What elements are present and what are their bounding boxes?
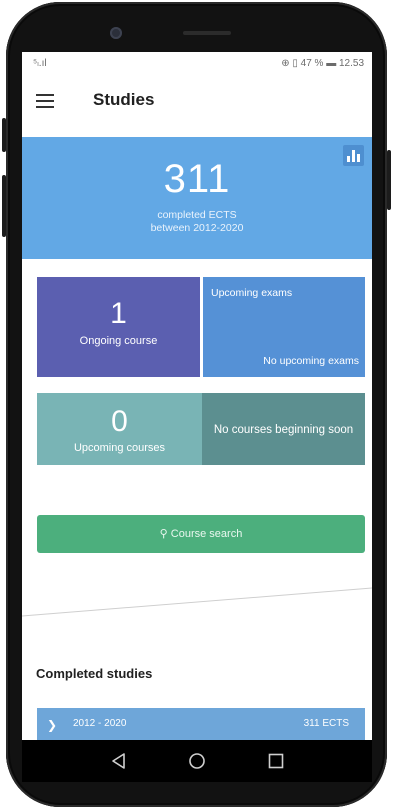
completed-study-row[interactable]: ❯ 2012 - 2020 311 ECTS xyxy=(37,708,365,740)
ongoing-count: 1 xyxy=(110,297,127,330)
system-nav-bar xyxy=(22,740,372,782)
side-button xyxy=(387,150,391,210)
credits-caption: completed ECTS between 2012-2020 xyxy=(22,209,372,235)
course-search-label: Course search xyxy=(170,528,243,540)
app-screen: ⁵ₗ.ıl ⊕ ▯ 47 % ▬ 12.53 Studies 311 compl… xyxy=(22,52,372,740)
search-icon: ⚲ xyxy=(159,528,168,540)
credits-caption-line1: completed ECTS xyxy=(157,209,237,221)
earpiece-speaker xyxy=(183,31,231,35)
recents-square-icon[interactable] xyxy=(246,740,306,782)
credits-summary: 311 completed ECTS between 2012-2020 xyxy=(22,137,372,259)
hamburger-menu-icon[interactable] xyxy=(36,94,54,108)
signal-indicator: ⁵ₗ.ıl xyxy=(33,58,47,69)
upcoming-exams-empty: No upcoming exams xyxy=(263,355,359,367)
front-camera xyxy=(110,27,122,39)
upcoming-exams-title: Upcoming exams xyxy=(211,287,293,299)
no-upcoming-courses-tile: No courses beginning soon xyxy=(202,393,365,465)
section-divider xyxy=(22,587,372,617)
study-credits: 311 ECTS xyxy=(303,718,349,729)
upcoming-courses-tile[interactable]: 0 Upcoming courses xyxy=(37,393,202,465)
study-years: 2012 - 2020 xyxy=(73,718,127,729)
chevron-right-icon: ❯ xyxy=(47,718,58,732)
side-button xyxy=(2,118,6,152)
upcoming-count: 0 xyxy=(111,405,128,438)
status-bar: ⁵ₗ.ıl ⊕ ▯ 47 % ▬ 12.53 xyxy=(22,52,372,74)
no-upcoming-label: No courses beginning soon xyxy=(213,424,354,436)
ongoing-courses-tile[interactable]: 1 Ongoing course xyxy=(37,277,200,377)
app-bar: Studies xyxy=(22,74,372,126)
status-right: ⊕ ▯ 47 % ▬ 12.53 xyxy=(281,58,364,69)
side-button xyxy=(2,175,6,237)
credits-caption-line2: between 2012-2020 xyxy=(150,222,244,234)
credits-total: 311 xyxy=(163,157,231,201)
home-circle-icon[interactable] xyxy=(167,740,227,782)
back-triangle-icon[interactable] xyxy=(88,740,148,782)
page-title: Studies xyxy=(93,90,155,109)
upcoming-exams-tile[interactable]: Upcoming exams No upcoming exams xyxy=(203,277,365,377)
upcoming-label: Upcoming courses xyxy=(73,442,166,454)
ongoing-label: Ongoing course xyxy=(79,335,158,347)
course-search-button[interactable]: ⚲ Course search xyxy=(37,515,365,553)
completed-studies-title: Completed studies xyxy=(36,666,153,681)
